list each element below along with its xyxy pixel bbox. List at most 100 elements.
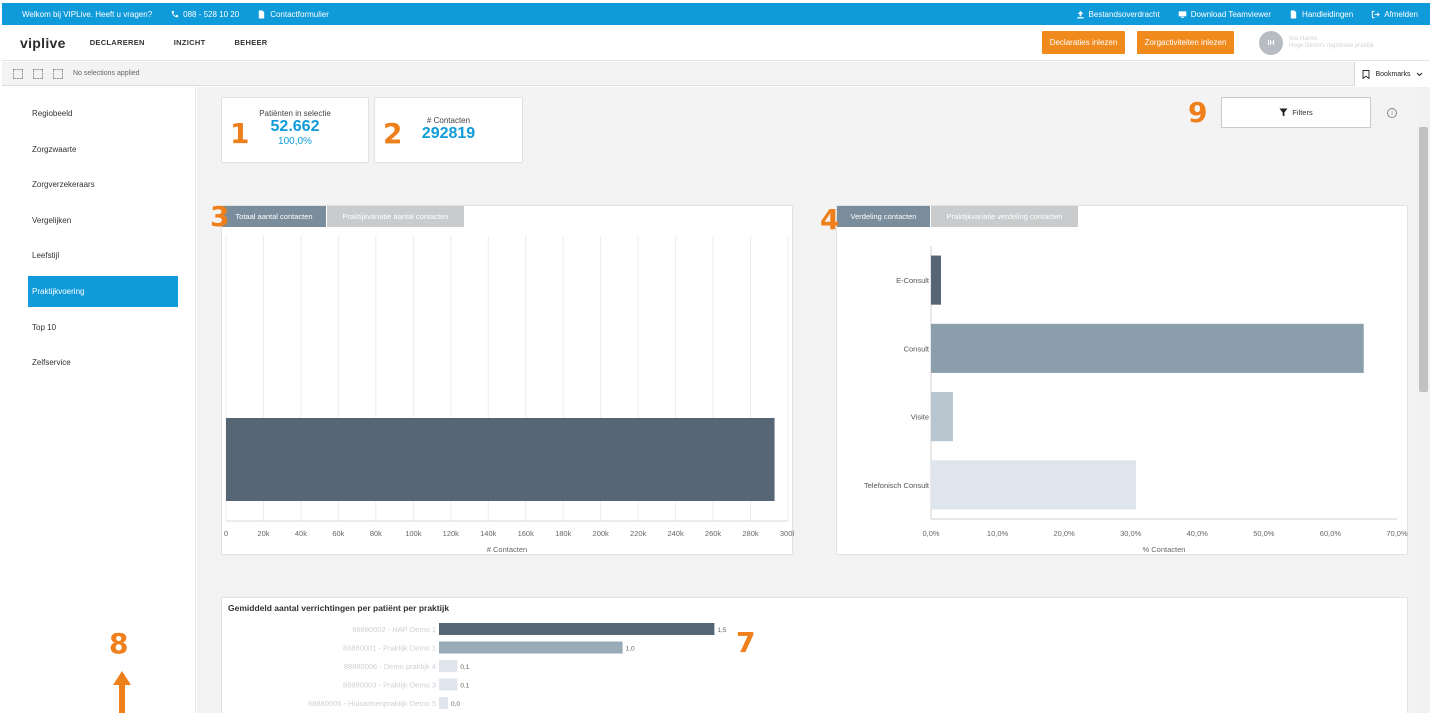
sidebar-item-top-10[interactable]: Top 10 xyxy=(28,312,178,343)
chart-avg-procedures-panel: Gemiddeld aantal verrichtingen per patië… xyxy=(221,597,1408,713)
category-label: 88880001 - Praktijk Demo 1 xyxy=(343,644,436,653)
file-icon xyxy=(1289,9,1298,19)
x-tick-label: 240k xyxy=(667,529,684,538)
category-label: 88880002 - HAP Demo 1 xyxy=(352,625,436,634)
upload-icon xyxy=(1076,10,1085,19)
x-tick-label: 20,0% xyxy=(1054,529,1076,538)
nav-link-declareren[interactable]: DECLAREREN xyxy=(90,38,145,47)
selection-tools xyxy=(13,68,63,79)
sidebar-item-regiobeeld[interactable]: Regiobeeld xyxy=(28,98,178,129)
contact-form-link[interactable]: Contactformulier xyxy=(257,10,329,19)
contact-label: Contactformulier xyxy=(270,9,329,19)
category-label: 88880006 - Demo praktijk 4 xyxy=(344,662,436,671)
category-label: 88880005 - Huisartsenpraktijk Demo 5 xyxy=(308,699,436,708)
total-contacts-chart: 0 20k 40k 60k 80k 100k 120k 140k 160k 180k 200k 220… xyxy=(224,236,794,554)
logo[interactable]: viplive xyxy=(20,35,66,51)
document-icon xyxy=(257,9,266,19)
selection-bar: No selections applied Bookmarks xyxy=(2,62,1430,86)
annotation-8: 8 xyxy=(109,627,129,660)
filters-button[interactable]: Filters xyxy=(1221,97,1371,128)
bookmarks-label: Bookmarks xyxy=(1375,70,1411,78)
filter-icon xyxy=(1279,108,1288,117)
vertical-scrollbar[interactable] xyxy=(1417,87,1430,713)
logout-label: Afmelden xyxy=(1384,9,1418,19)
file-transfer-label: Bestandsoverdracht xyxy=(1088,9,1160,19)
chevron-down-icon xyxy=(1416,72,1422,76)
phone-link[interactable]: 088 - 528 10 20 xyxy=(170,10,239,19)
logout-icon xyxy=(1371,10,1381,19)
x-tick-label: 120k xyxy=(443,529,460,538)
manuals-label: Handleidingen xyxy=(1302,9,1354,19)
avatar[interactable]: IH xyxy=(1259,31,1283,55)
x-tick-label: 50,0% xyxy=(1253,529,1275,538)
distribution-bar xyxy=(931,323,1364,373)
x-tick-label: 80k xyxy=(370,529,382,538)
bookmarks-button[interactable]: Bookmarks xyxy=(1354,62,1430,86)
sidebar-item-leefstijl[interactable]: Leefstijl xyxy=(28,240,178,271)
monitor-icon xyxy=(1178,10,1187,19)
x-tick-label: 0 xyxy=(224,529,228,538)
annotation-arrow xyxy=(113,671,131,713)
zorgactiviteiten-inlezen-button[interactable]: Zorgactiviteiten inlezen xyxy=(1137,31,1234,54)
filters-label: Filters xyxy=(1292,108,1313,117)
distribution-bar xyxy=(931,255,941,305)
annotation-4: 4 xyxy=(820,203,840,236)
phone-icon xyxy=(170,10,179,19)
main-nav: viplive DECLAREREN INZICHT BEHEER Declar… xyxy=(2,25,1430,61)
x-tick-label: 260k xyxy=(705,529,722,538)
file-transfer-link[interactable]: Bestandsoverdracht xyxy=(1076,10,1160,19)
contacts-bar xyxy=(226,418,775,501)
teamviewer-link[interactable]: Download Teamviewer xyxy=(1178,10,1271,19)
annotation-1: 1 xyxy=(230,117,250,150)
sidebar-item-vergelijken[interactable]: Vergelijken xyxy=(28,205,178,236)
x-tick-label: 0,0% xyxy=(922,529,939,538)
sidebar-item-zelfservice[interactable]: Zelfservice xyxy=(28,347,178,378)
distribution-chart: 0,0% 10,0% 20,0% 30,0% 40,0% 50,0% 60,0% 70,0% E… xyxy=(864,246,1408,554)
x-tick-label: 10,0% xyxy=(987,529,1009,538)
user-info: Ilse Harms Hoge Demo's registratie prakt… xyxy=(1289,36,1417,50)
welcome-label: Welkom bij VIPLive. Heeft u vragen? xyxy=(22,9,153,19)
chart-total-contacts-panel: Totaal aantal contacten Praktijkvariatie… xyxy=(221,205,794,555)
teamviewer-label: Download Teamviewer xyxy=(1190,9,1272,19)
sidebar-item-zorgzwaarte[interactable]: Zorgzwaarte xyxy=(28,134,178,165)
x-tick-label: 160k xyxy=(518,529,535,538)
bar-value-label: 0,1 xyxy=(460,664,469,671)
bar-value-label: 1,0 xyxy=(626,646,635,653)
procedure-bar xyxy=(439,641,623,654)
declaraties-inlezen-button[interactable]: Declaraties inlezen xyxy=(1042,31,1125,54)
distribution-bar xyxy=(931,460,1137,510)
annotation-2: 2 xyxy=(383,117,403,150)
nav-link-beheer[interactable]: BEHEER xyxy=(234,38,267,47)
logout-link[interactable]: Afmelden xyxy=(1371,10,1418,19)
x-tick-label: 140k xyxy=(480,529,497,538)
category-label: Visite xyxy=(911,413,929,422)
procedure-bar xyxy=(439,660,458,672)
category-label: E-Consult xyxy=(896,276,930,285)
manuals-link[interactable]: Handleidingen xyxy=(1289,10,1353,19)
category-label: 88880003 - Praktijk Demo 3 xyxy=(343,681,436,690)
arrow-up-icon xyxy=(113,671,131,713)
nav-link-inzicht[interactable]: INZICHT xyxy=(174,38,206,47)
x-tick-label: 280k xyxy=(742,529,759,538)
bar-value-label: 1,5 xyxy=(717,627,726,634)
avg-procedures-chart: 1,5 88880002 - HAP Demo 1 1,0 88880001 - Pr… xyxy=(308,623,727,709)
x-tick-label: 40k xyxy=(295,529,307,538)
step-back-icon[interactable] xyxy=(33,68,43,79)
x-tick-label: 70,0% xyxy=(1386,529,1408,538)
x-tick-label: 60,0% xyxy=(1320,529,1342,538)
scrollbar-thumb[interactable] xyxy=(1419,127,1428,392)
sidebar-item-praktijkvoering[interactable]: Praktijkvoering xyxy=(28,276,178,307)
sidebar-item-zorgverzekeraars[interactable]: Zorgverzekeraars xyxy=(28,169,178,200)
x-tick-label: 30,0% xyxy=(1120,529,1142,538)
x-tick-label: 200k xyxy=(593,529,610,538)
no-selections-text: No selections applied xyxy=(73,70,140,77)
info-icon[interactable]: i xyxy=(1387,108,1397,118)
distribution-bar xyxy=(931,392,953,442)
clear-selections-icon[interactable] xyxy=(53,68,63,79)
category-label: Telefonisch Consult xyxy=(864,481,930,490)
x-tick-label: 60k xyxy=(332,529,344,538)
info-bar: Welkom bij VIPLive. Heeft u vragen? 088 … xyxy=(2,3,1430,25)
x-tick-label: 20k xyxy=(257,529,269,538)
x-tick-label: 180k xyxy=(555,529,572,538)
smart-search-icon[interactable] xyxy=(13,68,23,79)
